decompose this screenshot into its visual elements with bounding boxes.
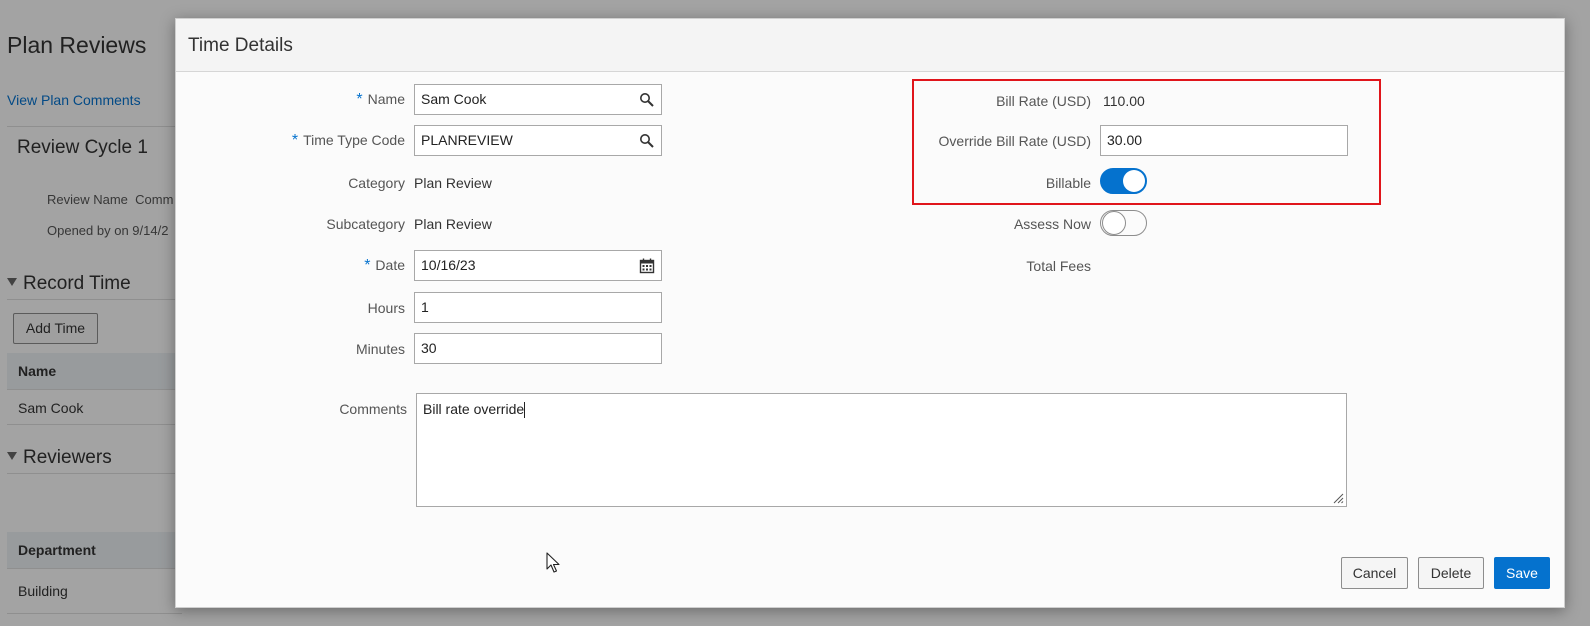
billable-toggle[interactable] (1100, 168, 1147, 194)
calendar-icon[interactable] (639, 258, 655, 274)
toggle-knob (1123, 170, 1145, 192)
override-bill-rate-input[interactable]: 30.00 (1100, 125, 1348, 156)
text-caret (524, 402, 526, 419)
override-bill-rate-label: Override Bill Rate (USD) (938, 133, 1091, 149)
minutes-label: Minutes (355, 341, 405, 357)
mouse-pointer-icon (546, 552, 560, 573)
delete-button[interactable]: Delete (1418, 557, 1484, 589)
time-type-code-label: * Time Type Code (291, 132, 405, 149)
resize-grip-icon[interactable] (1332, 492, 1344, 504)
search-icon[interactable] (639, 133, 655, 149)
required-marker: * (356, 91, 363, 108)
assess-now-label: Assess Now (1013, 216, 1091, 232)
time-type-code-input[interactable]: PLANREVIEW (414, 125, 662, 156)
required-marker: * (364, 257, 371, 274)
billable-label: Billable (1045, 175, 1091, 191)
subcategory-label: Subcategory (326, 216, 405, 232)
assess-now-toggle[interactable] (1100, 210, 1147, 236)
category-label: Category (348, 175, 405, 191)
toggle-knob (1102, 211, 1126, 235)
dialog-title: Time Details (188, 35, 293, 56)
required-marker: * (291, 132, 299, 149)
search-icon[interactable] (639, 92, 655, 108)
name-label: * Name (356, 91, 405, 108)
cancel-button[interactable]: Cancel (1341, 557, 1408, 589)
comments-text: Bill rate override (423, 401, 525, 417)
comments-label: Comments (339, 401, 407, 417)
minutes-input[interactable]: 30 (414, 333, 662, 364)
dialog-header: Time Details (176, 19, 1564, 72)
bill-rate-label: Bill Rate (USD) (996, 93, 1091, 109)
date-input[interactable]: 10/16/23 (414, 250, 662, 281)
category-value: Plan Review (414, 175, 492, 191)
date-label: * Date (364, 257, 405, 274)
subcategory-value: Plan Review (414, 216, 492, 232)
name-input[interactable]: Sam Cook (414, 84, 662, 115)
bill-rate-value: 110.00 (1103, 93, 1145, 109)
comments-textarea[interactable]: Bill rate override (416, 393, 1347, 507)
save-button[interactable]: Save (1494, 557, 1550, 589)
hours-input[interactable]: 1 (414, 292, 662, 323)
total-fees-label: Total Fees (1026, 258, 1091, 274)
hours-label: Hours (367, 300, 405, 316)
time-details-dialog: Time Details * Name Sam Cook * Time Type C… (175, 18, 1565, 608)
